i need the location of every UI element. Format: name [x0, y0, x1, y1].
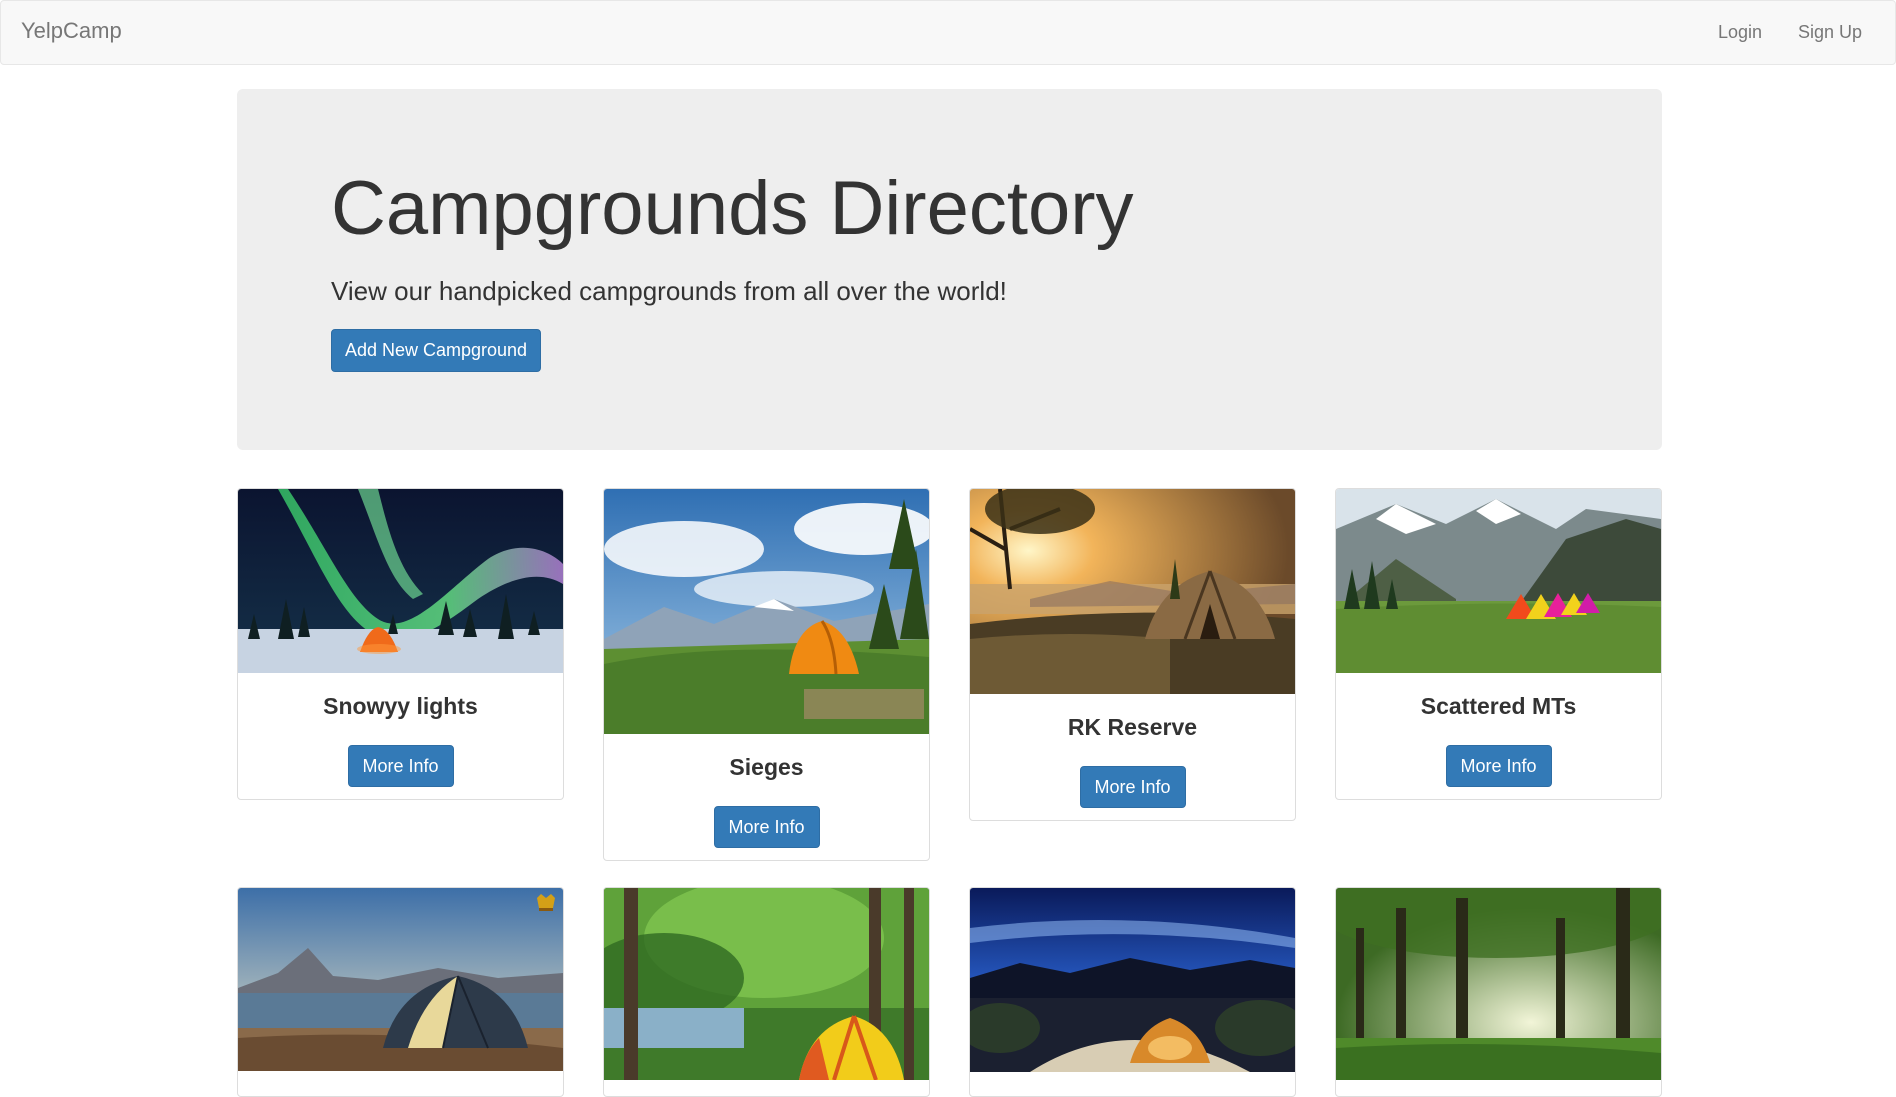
campground-card — [603, 887, 930, 1097]
campground-image[interactable] — [970, 888, 1295, 1072]
campground-name: Scattered MTs — [1420, 693, 1577, 719]
campground-name: Snowyy lights — [323, 693, 478, 719]
login-link[interactable]: Login — [1718, 22, 1762, 43]
campground-card — [969, 887, 1296, 1097]
campground-image[interactable] — [604, 888, 929, 1080]
campground-image[interactable] — [1336, 888, 1661, 1080]
brand-link[interactable]: YelpCamp — [21, 18, 122, 44]
page-title: Campgrounds Directory — [331, 166, 1134, 251]
campground-name: Sieges — [729, 754, 804, 780]
jumbotron: Campgrounds Directory View our handpicke… — [237, 89, 1662, 450]
more-info-button[interactable]: More Info — [1445, 745, 1552, 787]
watermark-logo — [537, 894, 555, 911]
campground-name: RK Reserve — [1067, 714, 1198, 740]
navbar: YelpCamp Login Sign Up — [0, 0, 1896, 65]
more-info-button[interactable]: More Info — [1079, 766, 1186, 808]
campground-image[interactable] — [970, 489, 1295, 694]
campground-image[interactable] — [1336, 489, 1661, 673]
campground-card — [1335, 887, 1662, 1097]
page-subtitle: View our handpicked campgrounds from all… — [331, 276, 1007, 306]
signup-link[interactable]: Sign Up — [1798, 22, 1862, 43]
add-new-campground-button[interactable]: Add New Campground — [331, 329, 541, 372]
campground-card — [237, 887, 564, 1097]
more-info-button[interactable]: More Info — [347, 745, 454, 787]
campground-card: Scattered MTs More Info — [1335, 488, 1662, 800]
campground-image[interactable] — [238, 489, 563, 673]
campground-image[interactable] — [238, 888, 563, 1071]
campground-image[interactable] — [604, 489, 929, 734]
campground-card: RK Reserve More Info — [969, 488, 1296, 821]
campground-card: Sieges More Info — [603, 488, 930, 861]
more-info-button[interactable]: More Info — [713, 806, 820, 848]
campground-card: Snowyy lights More Info — [237, 488, 564, 800]
